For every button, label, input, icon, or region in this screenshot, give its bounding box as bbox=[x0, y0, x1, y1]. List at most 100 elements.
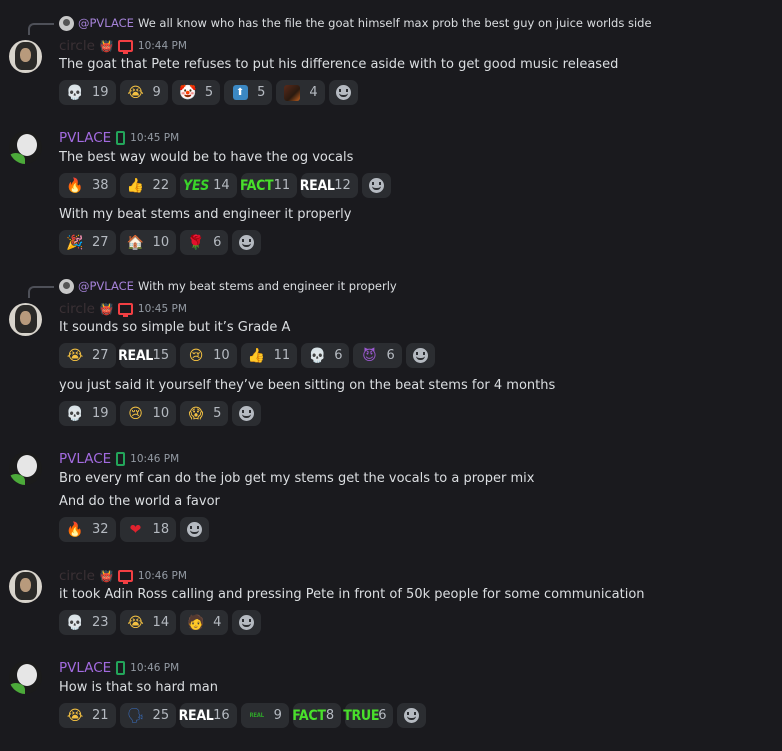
reaction[interactable]: TRUE 6 bbox=[343, 703, 394, 728]
message-text: With my beat stems and engineer it prope… bbox=[59, 207, 352, 222]
smiley-icon bbox=[412, 348, 428, 363]
reaction[interactable]: 🗣 25 bbox=[119, 703, 177, 728]
reaction[interactable]: 💀 23 bbox=[59, 610, 116, 635]
avatar[interactable] bbox=[9, 570, 42, 603]
reaction[interactable]: ❤ 18 bbox=[119, 517, 177, 542]
add-reaction-button[interactable] bbox=[328, 80, 358, 105]
reaction[interactable]: YES 14 bbox=[180, 173, 237, 198]
thumbs-up-icon: 👍 bbox=[126, 177, 145, 194]
smiley-icon bbox=[187, 522, 203, 537]
mobile-status-icon bbox=[116, 131, 126, 145]
reactions-bar: 😭 21 🗣 25 REAL 16 REAL 9 FACT 8 TRUE 6 bbox=[59, 703, 427, 728]
reaction[interactable]: 💀 19 bbox=[59, 80, 116, 105]
reply-avatar bbox=[59, 279, 74, 294]
reaction[interactable]: 💀 19 bbox=[59, 401, 116, 426]
avatar[interactable] bbox=[9, 452, 42, 485]
timestamp[interactable]: 10:45 PM bbox=[138, 303, 187, 315]
reaction[interactable]: 😱 5 bbox=[180, 401, 229, 426]
add-reaction-button[interactable] bbox=[405, 343, 435, 368]
reaction[interactable]: REAL 12 bbox=[299, 173, 358, 198]
devil-icon: 👹 bbox=[99, 39, 114, 53]
timestamp[interactable]: 10:46 PM bbox=[138, 570, 187, 582]
thumbs-up-icon: 👍 bbox=[247, 347, 266, 364]
purple-devil-icon: 😈 bbox=[362, 347, 377, 364]
timestamp[interactable]: 10:46 PM bbox=[130, 453, 179, 465]
reaction[interactable]: 😭 21 bbox=[59, 703, 116, 728]
add-reaction-button[interactable] bbox=[180, 517, 210, 542]
reaction[interactable]: REAL 15 bbox=[118, 343, 177, 368]
mobile-status-icon bbox=[116, 452, 126, 466]
up-arrow-icon: ⬆ bbox=[232, 85, 248, 100]
avatar[interactable] bbox=[9, 661, 42, 694]
fire-icon: 🔥 bbox=[66, 177, 84, 194]
smiley-icon bbox=[239, 235, 255, 250]
timestamp[interactable]: 10:46 PM bbox=[130, 662, 179, 674]
username[interactable]: circle bbox=[59, 568, 95, 584]
avatar[interactable] bbox=[9, 303, 42, 336]
reaction[interactable]: REAL 16 bbox=[179, 703, 237, 728]
reaction[interactable]: 😭 9 bbox=[119, 80, 168, 105]
reaction[interactable]: 🏠 10 bbox=[119, 230, 177, 255]
reaction[interactable]: 😭 27 bbox=[59, 343, 116, 368]
username[interactable]: PVLACE bbox=[59, 451, 111, 467]
avatar[interactable] bbox=[9, 131, 42, 164]
reaction[interactable]: ⬆ 5 bbox=[224, 80, 273, 105]
reaction[interactable]: 👍 11 bbox=[240, 343, 298, 368]
reaction[interactable]: 🌹 6 bbox=[180, 230, 229, 255]
reaction[interactable]: 🧑 4 bbox=[180, 610, 229, 635]
speaking-head-icon: 🗣 bbox=[126, 707, 145, 724]
reply-text[interactable]: With my beat stems and engineer it prope… bbox=[138, 279, 397, 293]
username[interactable]: PVLACE bbox=[59, 130, 111, 146]
timestamp[interactable]: 10:45 PM bbox=[130, 132, 179, 144]
reaction[interactable]: 👍 22 bbox=[119, 173, 177, 198]
person-at-computer-icon: 🧑 bbox=[187, 614, 205, 631]
reply-text[interactable]: We all know who has the file the goat hi… bbox=[138, 16, 652, 30]
add-reaction-button[interactable] bbox=[232, 230, 262, 255]
username[interactable]: circle bbox=[59, 301, 95, 317]
avatar[interactable] bbox=[9, 40, 42, 73]
reaction[interactable]: FACT 11 bbox=[240, 173, 298, 198]
add-reaction-button[interactable] bbox=[361, 173, 391, 198]
add-reaction-button[interactable] bbox=[232, 401, 262, 426]
sob-icon: 😭 bbox=[66, 707, 84, 724]
add-reaction-button[interactable] bbox=[397, 703, 427, 728]
message-text: The best way would be to have the og voc… bbox=[59, 150, 354, 165]
message-text: Bro every mf can do the job get my stems… bbox=[59, 471, 535, 486]
house-icon: 🏠 bbox=[126, 234, 145, 251]
username[interactable]: PVLACE bbox=[59, 660, 111, 676]
message-text: The goat that Pete refuses to put his di… bbox=[59, 57, 619, 72]
reaction[interactable]: 4 bbox=[276, 80, 325, 105]
smiley-icon bbox=[335, 85, 351, 100]
reaction[interactable]: 🔥 32 bbox=[59, 517, 116, 542]
real-text-icon: REAL bbox=[299, 177, 335, 194]
reaction[interactable]: 💀 6 bbox=[301, 343, 350, 368]
message-text: How is that so hard man bbox=[59, 680, 218, 695]
reaction[interactable]: 😢 10 bbox=[119, 401, 177, 426]
reply-author[interactable]: @PVLACE bbox=[78, 16, 134, 30]
reaction[interactable]: 😈 6 bbox=[353, 343, 402, 368]
reactions-bar: 💀 19 😢 10 😱 5 bbox=[59, 401, 262, 426]
smiley-icon bbox=[404, 708, 420, 723]
devil-icon: 👹 bbox=[99, 569, 114, 583]
username[interactable]: circle bbox=[59, 38, 95, 54]
reaction[interactable]: REAL 9 bbox=[240, 703, 289, 728]
crying-icon: 😢 bbox=[128, 405, 143, 422]
sob-icon: 😭 bbox=[66, 347, 84, 364]
reaction[interactable]: 🤡 5 bbox=[171, 80, 221, 105]
reactions-bar: 💀 19 😭 9 🤡 5 ⬆ 5 4 bbox=[59, 80, 358, 105]
reaction[interactable]: FACT 8 bbox=[292, 703, 342, 728]
timestamp[interactable]: 10:44 PM bbox=[138, 40, 187, 52]
reaction[interactable]: 😭 14 bbox=[119, 610, 177, 635]
smiley-icon bbox=[239, 615, 255, 630]
skull-icon: 💀 bbox=[66, 614, 84, 631]
sob-icon: 😭 bbox=[127, 84, 144, 101]
desktop-status-icon bbox=[117, 40, 133, 54]
reply-author[interactable]: @PVLACE bbox=[78, 279, 134, 293]
reaction[interactable]: 😢 10 bbox=[180, 343, 237, 368]
skull-icon: 💀 bbox=[66, 84, 84, 101]
reaction[interactable]: 🎉 27 bbox=[59, 230, 116, 255]
reaction[interactable]: 🔥 38 bbox=[59, 173, 116, 198]
add-reaction-button[interactable] bbox=[232, 610, 262, 635]
message-text: It sounds so simple but it’s Grade A bbox=[59, 320, 291, 335]
rose-icon: 🌹 bbox=[187, 234, 205, 251]
